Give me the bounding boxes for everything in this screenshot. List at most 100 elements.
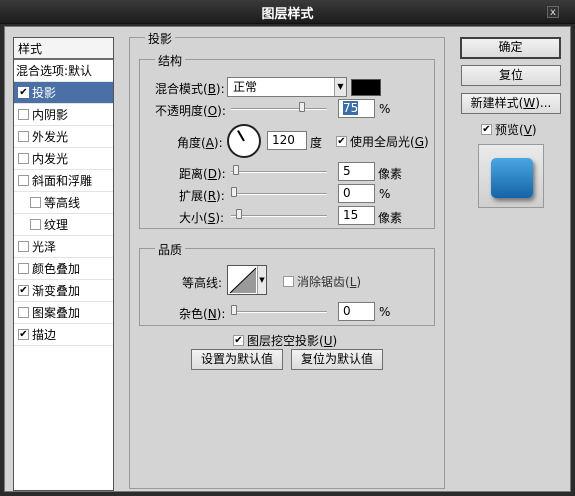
checkmark-icon[interactable]: ✔ [18, 285, 29, 296]
style-preview [478, 144, 544, 208]
style-list-item[interactable]: 混合选项:默认 [14, 60, 113, 82]
style-list-item-label: 内阴影 [32, 108, 69, 122]
spread-slider[interactable] [231, 193, 327, 195]
style-list-item[interactable]: 颜色叠加 [14, 258, 113, 280]
checkbox-icon[interactable] [18, 131, 29, 142]
reset-button[interactable]: 复位 [461, 65, 561, 86]
style-list-item-label: 斜面和浮雕 [32, 174, 93, 188]
opacity-slider[interactable] [231, 108, 327, 110]
style-list-item-label: 渐变叠加 [32, 284, 81, 298]
title-bar: 图层样式 x [0, 0, 575, 24]
window-title: 图层样式 [261, 7, 314, 22]
distance-slider[interactable] [231, 171, 327, 173]
close-button[interactable]: x [547, 6, 559, 18]
preview-checkbox[interactable]: ✔ 预览(V) [477, 121, 537, 138]
distance-unit: 像素 [378, 167, 403, 181]
chevron-down-icon: ▼ [334, 78, 346, 96]
quality-title: 品质 [155, 241, 186, 258]
style-list-item[interactable]: 内阴影 [14, 104, 113, 126]
style-list-item[interactable]: ✔ 描边 [14, 324, 113, 346]
structure-title: 结构 [155, 52, 186, 69]
opacity-input[interactable]: 75 [338, 99, 375, 118]
style-list-item-label: 投影 [32, 86, 57, 100]
checkmark-icon[interactable]: ✔ [18, 87, 29, 98]
style-list-item-label: 混合选项:默认 [16, 64, 93, 78]
checkmark-icon: ✔ [336, 136, 347, 147]
drop-shadow-title: 投影 [145, 30, 176, 47]
angle-needle-icon [237, 130, 245, 142]
size-slider[interactable] [231, 215, 327, 217]
layer-style-dialog: 样式 混合选项:默认 ✔ 投影 内阴影 外发光 内发光 斜面和浮雕 等高线 纹理 光泽 颜色叠加 ✔ 渐… [4, 26, 571, 492]
size-slider-thumb[interactable] [236, 209, 243, 219]
style-list-item[interactable]: 外发光 [14, 126, 113, 148]
style-list-item-label: 内发光 [32, 152, 69, 166]
style-list-item-label: 纹理 [44, 218, 69, 232]
new-style-button[interactable]: 新建样式(W)... [461, 93, 561, 114]
noise-slider[interactable] [231, 311, 327, 313]
checkbox-icon[interactable] [18, 153, 29, 164]
distance-label: 距离(D): [179, 167, 226, 181]
make-default-button[interactable]: 设置为默认值 [191, 349, 283, 370]
contour-picker[interactable]: ▼ [227, 265, 267, 295]
angle-unit: 度 [310, 136, 323, 150]
spread-unit: % [379, 187, 391, 201]
styles-header[interactable]: 样式 [14, 38, 113, 60]
ok-button[interactable]: 确定 [460, 37, 561, 59]
noise-label: 杂色(N): [179, 307, 226, 321]
size-unit: 像素 [378, 211, 403, 225]
blend-mode-label: 混合模式(B): [155, 82, 225, 96]
chevron-down-icon[interactable]: ▼ [257, 266, 266, 294]
blend-mode-value: 正常 [233, 80, 258, 94]
checkbox-icon[interactable] [18, 263, 29, 274]
noise-unit: % [379, 305, 391, 319]
size-label: 大小(S): [179, 211, 225, 225]
style-list-item[interactable]: 内发光 [14, 148, 113, 170]
style-list-item[interactable]: ✔ 渐变叠加 [14, 280, 113, 302]
checkmark-icon: ✔ [481, 124, 492, 135]
spread-label: 扩展(R): [179, 189, 225, 203]
checkbox-icon[interactable] [30, 219, 41, 230]
size-input[interactable]: 15 [338, 206, 375, 225]
checkbox-icon [283, 276, 294, 287]
style-list-item[interactable]: 等高线 [14, 192, 113, 214]
checkmark-icon: ✔ [233, 335, 244, 346]
checkbox-icon[interactable] [18, 109, 29, 120]
style-list-item-label: 光泽 [32, 240, 57, 254]
style-list-item[interactable]: 图案叠加 [14, 302, 113, 324]
contour-curve-icon [229, 267, 257, 294]
spread-slider-thumb[interactable] [231, 187, 237, 197]
style-list-item[interactable]: ✔ 投影 [14, 82, 113, 104]
style-list-item[interactable]: 斜面和浮雕 [14, 170, 113, 192]
checkmark-icon[interactable]: ✔ [18, 329, 29, 340]
style-list-item-label: 等高线 [44, 196, 81, 210]
shadow-color-swatch[interactable] [351, 79, 381, 96]
checkbox-icon[interactable] [30, 197, 41, 208]
knockout-checkbox[interactable]: ✔ 图层挖空投影(U) [229, 332, 337, 349]
opacity-slider-thumb[interactable] [298, 102, 305, 112]
angle-input[interactable]: 120 [267, 131, 307, 150]
spread-input[interactable]: 0 [338, 184, 375, 203]
style-list-item-label: 描边 [32, 328, 57, 342]
angle-label: 角度(A): [177, 136, 223, 150]
style-list-item[interactable]: 纹理 [14, 214, 113, 236]
styles-list: 样式 混合选项:默认 ✔ 投影 内阴影 外发光 内发光 斜面和浮雕 等高线 纹理 光泽 颜色叠加 ✔ 渐… [13, 37, 114, 491]
opacity-label: 不透明度(O): [155, 104, 226, 118]
opacity-unit: % [379, 102, 391, 116]
style-list-item-label: 图案叠加 [32, 306, 81, 320]
style-list-item-label: 外发光 [32, 130, 69, 144]
checkbox-icon[interactable] [18, 241, 29, 252]
distance-slider-thumb[interactable] [232, 165, 239, 175]
reset-default-button[interactable]: 复位为默认值 [291, 349, 383, 370]
distance-input[interactable]: 5 [338, 162, 375, 181]
global-light-checkbox[interactable]: ✔ 使用全局光(G) [332, 133, 429, 150]
antialias-checkbox[interactable]: 消除锯齿(L) [279, 273, 361, 290]
blend-mode-select[interactable]: 正常 ▼ [227, 77, 347, 97]
style-list-item[interactable]: 光泽 [14, 236, 113, 258]
checkbox-icon[interactable] [18, 175, 29, 186]
angle-dial[interactable] [227, 124, 261, 158]
noise-slider-thumb[interactable] [231, 305, 237, 315]
contour-label: 等高线: [182, 276, 223, 290]
style-list-item-label: 颜色叠加 [32, 262, 81, 276]
checkbox-icon[interactable] [18, 307, 29, 318]
noise-input[interactable]: 0 [338, 302, 375, 321]
